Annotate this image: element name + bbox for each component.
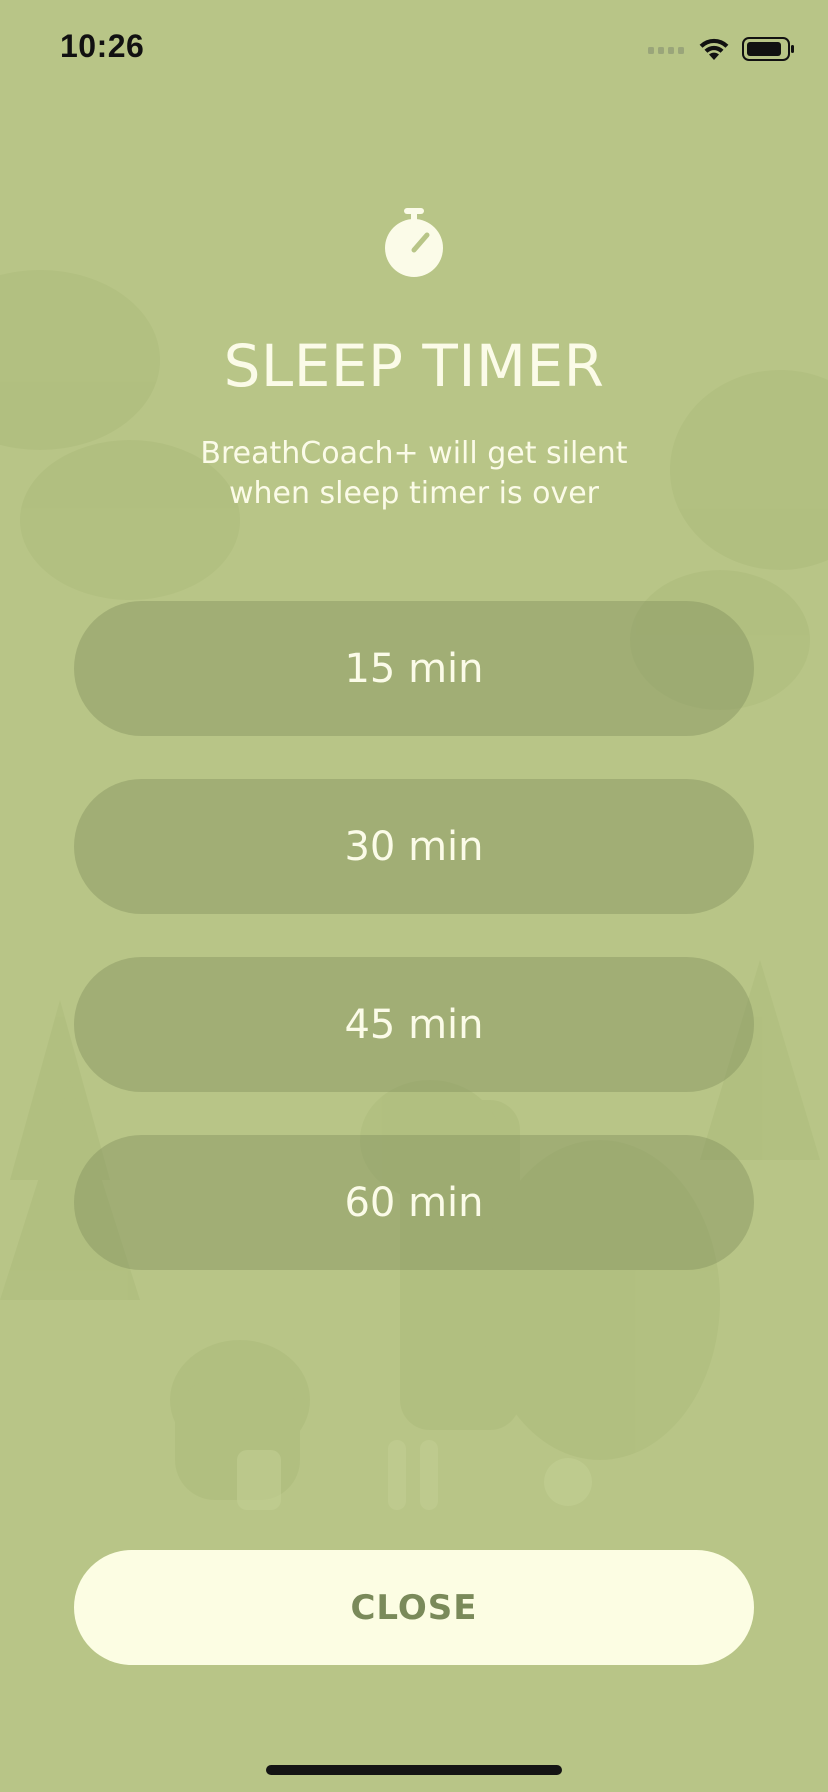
subtitle-line-1: BreathCoach+ will get silent (200, 436, 628, 471)
timer-option-label: 30 min (344, 823, 484, 870)
page-title: SLEEP TIMER (223, 332, 605, 400)
home-indicator[interactable] (266, 1765, 562, 1775)
close-button[interactable]: CLOSE (74, 1550, 754, 1665)
timer-option-30-button[interactable]: 30 min (74, 779, 754, 914)
timer-option-15-button[interactable]: 15 min (74, 601, 754, 736)
timer-option-60-button[interactable]: 60 min (74, 1135, 754, 1270)
subtitle-line-2: when sleep timer is over (228, 476, 600, 511)
timer-option-45-button[interactable]: 45 min (74, 957, 754, 1092)
status-icons (648, 36, 796, 62)
stopwatch-icon (385, 208, 443, 277)
status-bar: 10:26 (0, 0, 828, 100)
timer-option-label: 45 min (344, 1001, 484, 1048)
wifi-icon (699, 38, 729, 60)
close-button-label: CLOSE (350, 1587, 478, 1628)
timer-option-label: 60 min (344, 1179, 484, 1226)
timer-options-list: 15 min 30 min 45 min 60 min (74, 601, 754, 1313)
timer-option-label: 15 min (344, 645, 484, 692)
page-subtitle: BreathCoach+ will get silent when sleep … (120, 434, 708, 514)
cellular-signal-icon (648, 47, 684, 54)
battery-icon (742, 37, 794, 61)
status-time: 10:26 (60, 28, 145, 64)
